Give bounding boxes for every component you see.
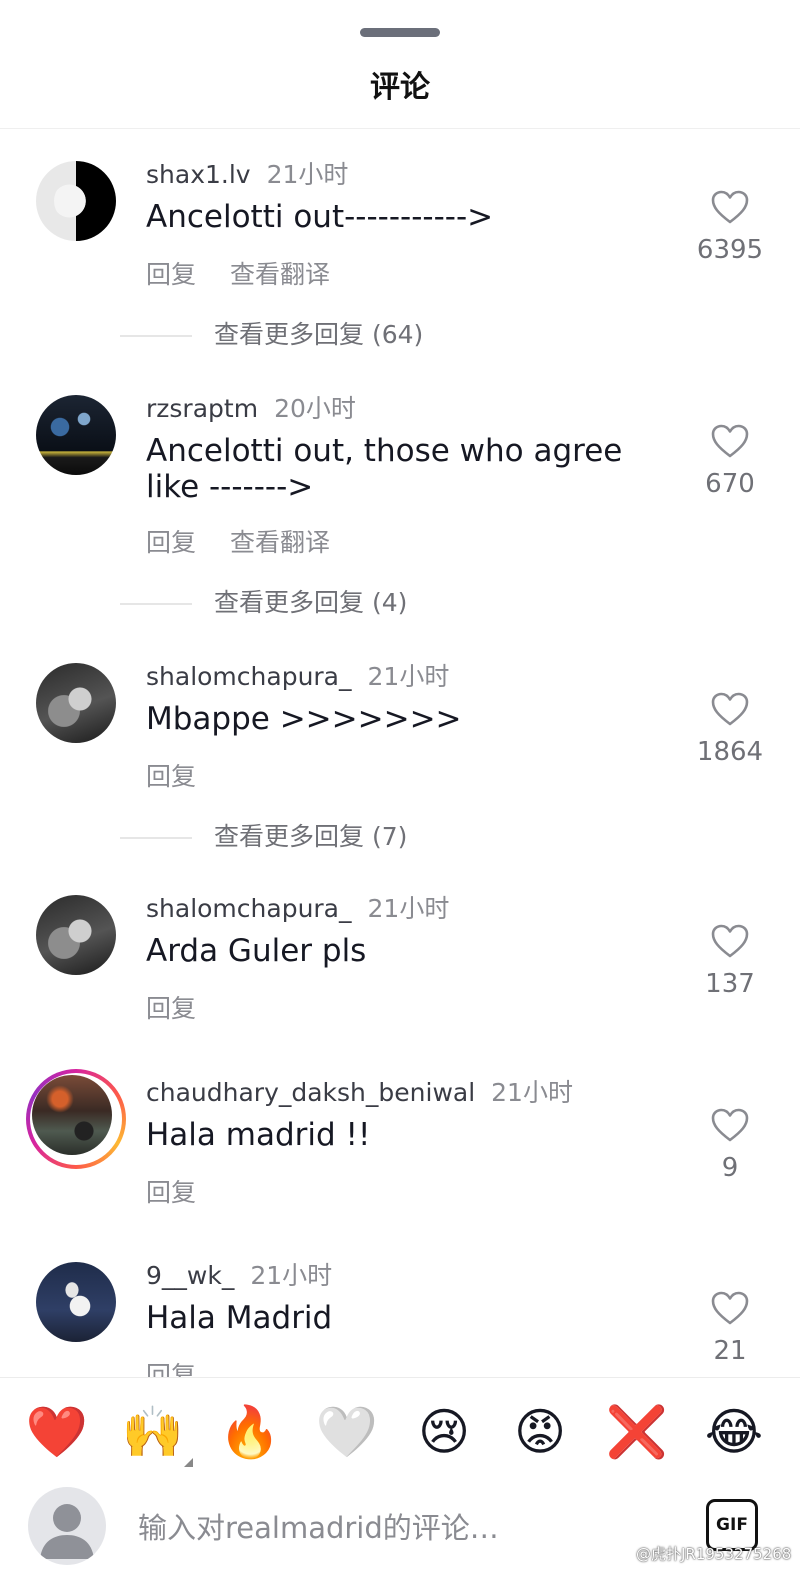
reply-button[interactable]: 回复 <box>146 1178 196 1207</box>
reply-button[interactable]: 回复 <box>146 762 196 791</box>
username[interactable]: shalomchapura_ <box>146 662 352 691</box>
comment-input[interactable]: 输入对realmadrid的评论… <box>138 1505 499 1547</box>
avatar[interactable] <box>36 161 116 241</box>
like-button[interactable]: 9 <box>690 1107 770 1183</box>
avatar[interactable] <box>36 1262 116 1342</box>
cross-mark-emoji[interactable]: ❌ <box>605 1400 669 1464</box>
comment-actions: 回复 <box>146 757 196 793</box>
comment-actions: 回复 <box>146 1173 196 1209</box>
comment-meta: shalomchapura_ 21小时 <box>146 657 449 693</box>
username[interactable]: shax1.lv <box>146 160 251 189</box>
page-title: 评论 <box>370 70 430 105</box>
translate-button[interactable]: 查看翻译 <box>230 260 330 289</box>
comment-input-bar: 输入对realmadrid的评论… GIF <box>0 1481 800 1585</box>
heart-icon[interactable] <box>710 1107 750 1143</box>
tears-of-joy-emoji[interactable]: 😂 <box>702 1400 766 1464</box>
divider-line <box>120 603 192 605</box>
reply-button[interactable]: 回复 <box>146 528 196 557</box>
heart-icon[interactable] <box>710 1290 750 1326</box>
comment-meta: shalomchapura_ 21小时 <box>146 889 449 925</box>
comment-meta: chaudhary_daksh_beniwal 21小时 <box>146 1073 573 1109</box>
comment-actions: 回复 查看翻译 <box>146 255 330 291</box>
like-count: 6395 <box>696 235 764 265</box>
username[interactable]: rzsraptm <box>146 394 258 423</box>
like-count: 137 <box>705 969 755 999</box>
username[interactable]: chaudhary_daksh_beniwal <box>146 1078 475 1107</box>
emoji-quick-bar: ❤️ 🙌 🔥 🤍 😢 😡 ❌ 😂 <box>0 1377 800 1482</box>
fire-emoji[interactable]: 🔥 <box>218 1400 282 1464</box>
like-button[interactable]: 1864 <box>690 691 770 767</box>
timestamp: 21小时 <box>491 1078 573 1107</box>
view-more-replies[interactable]: 查看更多回复 (64) <box>120 315 423 351</box>
comment-text: Hala Madrid <box>146 1300 333 1336</box>
comment-text: Mbappe >>>>>>> <box>146 701 462 737</box>
drag-handle[interactable] <box>360 28 440 37</box>
translate-button[interactable]: 查看翻译 <box>230 528 330 557</box>
avatar[interactable] <box>36 663 116 743</box>
timestamp: 21小时 <box>367 662 450 691</box>
divider-line <box>120 335 192 337</box>
more-replies-label: 查看更多回复 (7) <box>214 822 408 851</box>
comment-meta: rzsraptm 20小时 <box>146 389 356 425</box>
user-avatar-icon[interactable] <box>28 1487 106 1565</box>
avatar[interactable] <box>36 895 116 975</box>
like-button[interactable]: 6395 <box>690 189 770 265</box>
raising-hands-emoji[interactable]: 🙌 <box>121 1400 185 1464</box>
heart-icon[interactable] <box>710 923 750 959</box>
like-button[interactable]: 21 <box>690 1290 770 1366</box>
avatar[interactable] <box>36 395 116 475</box>
heart-icon[interactable] <box>710 691 750 727</box>
timestamp: 21小时 <box>250 1261 333 1290</box>
angry-face-emoji[interactable]: 😡 <box>508 1400 572 1464</box>
comment-list[interactable]: shax1.lv 21小时 Ancelotti out-----------> 回… <box>0 129 800 1391</box>
comments-sheet: 评论 shax1.lv 21小时 Ancelotti out-----------… <box>0 0 800 1585</box>
timestamp: 21小时 <box>266 160 349 189</box>
divider-line <box>120 837 192 839</box>
comment-meta: 9__wk_ 21小时 <box>146 1256 332 1292</box>
heart-icon[interactable] <box>710 189 750 225</box>
comment-text: Arda Guler pls <box>146 933 367 969</box>
reply-button[interactable]: 回复 <box>146 994 196 1023</box>
like-count: 9 <box>721 1153 739 1183</box>
red-heart-emoji[interactable]: ❤️ <box>25 1400 89 1464</box>
expand-corner-icon <box>184 1458 193 1467</box>
username[interactable]: shalomchapura_ <box>146 894 352 923</box>
comment-text: Hala madrid !! <box>146 1117 371 1153</box>
watermark: @虎扑JR1953275268 <box>636 1545 792 1563</box>
view-more-replies[interactable]: 查看更多回复 (7) <box>120 817 407 853</box>
like-button[interactable]: 137 <box>690 923 770 999</box>
more-replies-label: 查看更多回复 (64) <box>214 320 424 349</box>
crying-face-emoji[interactable]: 😢 <box>412 1400 476 1464</box>
timestamp: 21小时 <box>367 894 450 923</box>
heart-icon[interactable] <box>710 423 750 459</box>
like-count: 1864 <box>696 737 764 767</box>
like-count: 670 <box>705 469 755 499</box>
like-count: 21 <box>713 1336 747 1366</box>
avatar <box>32 1075 112 1155</box>
comment-meta: shax1.lv 21小时 <box>146 155 348 191</box>
comment-text: Ancelotti out-----------> <box>146 199 494 235</box>
view-more-replies[interactable]: 查看更多回复 (4) <box>120 583 407 619</box>
white-heart-emoji[interactable]: 🤍 <box>315 1400 379 1464</box>
comment-actions: 回复 <box>146 989 196 1025</box>
more-replies-label: 查看更多回复 (4) <box>214 588 408 617</box>
comment-text: Ancelotti out, those who agree like ----… <box>146 433 623 505</box>
timestamp: 20小时 <box>274 394 356 423</box>
like-button[interactable]: 670 <box>690 423 770 499</box>
story-ring[interactable] <box>26 1069 126 1169</box>
reply-button[interactable]: 回复 <box>146 260 196 289</box>
username[interactable]: 9__wk_ <box>146 1261 234 1290</box>
comment-actions: 回复 查看翻译 <box>146 523 330 559</box>
